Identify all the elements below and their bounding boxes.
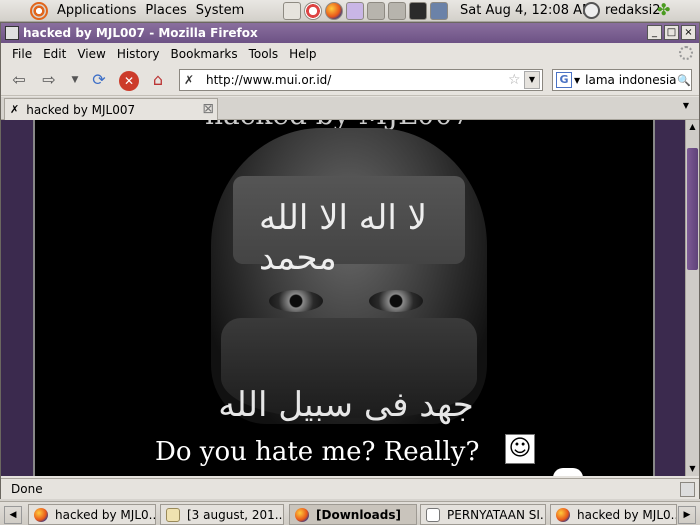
tab-active[interactable]: ✗ hacked by MJL007 ⊠ [4, 98, 218, 120]
firefox-icon [295, 507, 309, 522]
scroll-up-icon[interactable]: ▲ [686, 120, 699, 134]
firefox-icon [556, 507, 570, 522]
taskbar-item-label: hacked by MJL0... [577, 507, 677, 522]
tab-list-dropdown-icon[interactable]: ▼ [683, 101, 689, 110]
messenger-icon[interactable] [346, 2, 364, 20]
site-favicon-icon: ✗ [184, 73, 195, 87]
search-bar[interactable]: G ▼ 🔍 [552, 69, 692, 91]
minimize-button[interactable]: _ [647, 25, 662, 40]
tab-label: hacked by MJL007 [26, 102, 136, 117]
menu-help[interactable]: Help [289, 47, 316, 61]
menu-view[interactable]: View [77, 47, 105, 61]
bottom-panel: ◀ hacked by MJL0... [3 august, 201... [D… [0, 501, 700, 525]
smiley-emoticon-icon: ☺ [505, 434, 535, 464]
firefox-window: hacked by MJL007 - Mozilla Firefox _ □ ×… [0, 22, 700, 499]
home-button[interactable]: ⌂ [148, 70, 168, 90]
settings-launcher-icon[interactable] [388, 2, 406, 20]
defaced-page: hacked by MJL007 لا اله الا الله محمد جه… [33, 120, 655, 476]
file-icon [426, 507, 440, 522]
bookmark-star-icon[interactable]: ☆ [508, 72, 524, 88]
scroll-down-icon[interactable]: ▼ [686, 462, 699, 476]
tab-favicon-icon: ✗ [10, 103, 20, 116]
close-button[interactable]: × [681, 25, 696, 40]
taskbar-item[interactable]: hacked by MJL0... [28, 504, 156, 525]
left-eye [269, 290, 323, 312]
status-text: Done [11, 482, 43, 496]
puzzle-icon[interactable]: ✤ [657, 2, 673, 18]
taskbar-scroll-left-icon[interactable]: ◀ [4, 506, 22, 524]
vertical-scrollbar[interactable]: ▲ ▼ [685, 120, 699, 476]
arabic-caption: جهد فى سبيل الله [218, 385, 474, 425]
clock[interactable]: Sat Aug 4, 12:08 AM [460, 3, 593, 18]
masked-face-image: لا اله الا الله محمد [211, 128, 487, 424]
window-controls: _ □ × [647, 25, 696, 40]
user-name[interactable]: redaksi2 [605, 3, 660, 18]
back-button[interactable]: ⇦ [9, 70, 29, 90]
help-icon[interactable] [304, 2, 322, 20]
page-headline: Do you hate me? Really? [155, 437, 480, 467]
taskbar-scroll-right-icon[interactable]: ▶ [678, 506, 696, 524]
window-title: hacked by MJL007 - Mozilla Firefox [23, 26, 258, 40]
taskbar-item-label: [3 august, 201... [187, 507, 284, 522]
menu-history[interactable]: History [117, 47, 160, 61]
tab-close-icon[interactable]: ⊠ [202, 101, 214, 117]
search-engine-dropdown-icon[interactable]: ▼ [574, 76, 580, 85]
maximize-button[interactable]: □ [664, 25, 679, 40]
taskbar-item-label: [Downloads] [316, 507, 401, 522]
tab-bar: ✗ hacked by MJL007 ⊠ ▼ [1, 97, 699, 120]
url-bar[interactable]: ✗ ☆ ▼ [179, 69, 543, 91]
url-dropdown-button[interactable]: ▼ [524, 71, 540, 89]
menu-file[interactable]: File [12, 47, 32, 61]
second-emoticon-icon [553, 468, 583, 476]
document-icon [166, 507, 180, 522]
firefox-icon [34, 507, 48, 522]
search-engine-icon[interactable]: G [556, 72, 572, 88]
stop-button[interactable]: ✕ [119, 71, 139, 91]
top-panel: Applications Places System Sat Aug 4, 12… [0, 0, 700, 22]
taskbar-item-label: hacked by MJL0... [55, 507, 156, 522]
volume-icon[interactable] [283, 2, 301, 20]
taskbar-item[interactable]: hacked by MJL0... [550, 504, 677, 525]
right-eye [369, 290, 423, 312]
places-menu[interactable]: Places [145, 3, 186, 18]
status-grip-icon[interactable] [680, 482, 695, 497]
headband-script: لا اله الا الله محمد [259, 198, 427, 278]
terminal-icon[interactable] [409, 2, 427, 20]
menu-bookmarks[interactable]: Bookmarks [171, 47, 238, 61]
network-icon[interactable] [430, 2, 448, 20]
navigation-toolbar: ⇦ ⇨ ▼ ⟳ ✕ ⌂ ✗ ☆ ▼ G ▼ 🔍 [1, 64, 699, 96]
scrollbar-thumb[interactable] [687, 148, 698, 270]
forward-button[interactable]: ⇨ [39, 70, 59, 90]
title-bar[interactable]: hacked by MJL007 - Mozilla Firefox _ □ × [1, 23, 699, 43]
taskbar-item[interactable]: PERNYATAAN SI... [420, 504, 546, 525]
status-bar: Done [1, 478, 699, 499]
firefox-launcher-icon[interactable] [325, 2, 343, 20]
taskbar-item-label: PERNYATAAN SI... [447, 507, 546, 522]
reload-button[interactable]: ⟳ [89, 70, 109, 90]
throbber-icon [679, 46, 693, 60]
url-input[interactable] [206, 73, 508, 87]
search-magnifier-icon[interactable]: 🔍 [677, 74, 691, 87]
applications-menu[interactable]: Applications [57, 3, 136, 18]
power-icon[interactable] [583, 2, 600, 19]
page-content: hacked by MJL007 لا اله الا الله محمد جه… [1, 120, 699, 476]
taskbar-item[interactable]: [3 august, 201... [160, 504, 284, 525]
menu-tools[interactable]: Tools [249, 47, 279, 61]
panel-launchers [283, 2, 448, 20]
app-launcher-icon[interactable] [367, 2, 385, 20]
menu-edit[interactable]: Edit [43, 47, 66, 61]
system-menu[interactable]: System [196, 3, 244, 18]
history-dropdown-button[interactable]: ▼ [65, 70, 85, 90]
menu-bar: File Edit View History Bookmarks Tools H… [1, 43, 699, 64]
window-menu-icon[interactable] [5, 26, 19, 40]
ubuntu-logo-icon[interactable] [30, 1, 48, 20]
search-input[interactable] [585, 73, 677, 87]
taskbar-item[interactable]: [Downloads] [289, 504, 417, 525]
